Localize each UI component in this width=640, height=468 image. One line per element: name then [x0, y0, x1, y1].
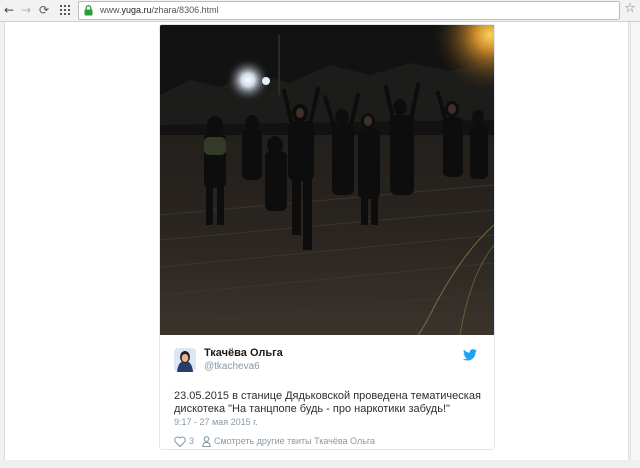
- author-handle[interactable]: @tkacheva6: [204, 361, 260, 372]
- address-bar[interactable]: www.yuga.ru/zhara/8306.html: [78, 1, 620, 20]
- back-arrow-icon[interactable]: ←: [1, 2, 17, 18]
- tweet-text-line: 23.05.2015 в станице Дядьковской проведе…: [174, 390, 481, 402]
- tweet-text-line: дискотека "На танцпопе будь - про наркот…: [174, 403, 450, 415]
- tweet-timestamp[interactable]: 9:17 - 27 мая 2015 г.: [174, 417, 258, 427]
- lock-icon: [84, 5, 93, 16]
- url-text: www.yuga.ru/zhara/8306.html: [100, 4, 219, 17]
- person-icon: [202, 436, 211, 447]
- tweet-text: 23.05.2015 в станице Дядьковской проведе…: [174, 390, 486, 416]
- twitter-bird-icon[interactable]: [463, 349, 477, 361]
- page-bottom-edge: [0, 460, 640, 468]
- tweet-body: Ткачёва Ольга @tkacheva6 23.05.2015 в ст…: [160, 335, 494, 449]
- vertical-scrollbar[interactable]: [630, 22, 640, 468]
- avatar[interactable]: [174, 348, 196, 372]
- star-icon[interactable]: ☆: [622, 1, 638, 17]
- page-viewport: Ткачёва Ольга @tkacheva6 23.05.2015 в ст…: [0, 22, 640, 468]
- forward-arrow-icon[interactable]: →: [18, 2, 34, 18]
- embedded-tweet: Ткачёва Ольга @tkacheva6 23.05.2015 в ст…: [159, 24, 495, 450]
- tweet-photo[interactable]: [160, 25, 494, 335]
- url-prefix: www.: [100, 5, 122, 15]
- like-count: 3: [189, 436, 195, 446]
- more-tweets-link[interactable]: Смотреть другие твиты Ткачёва Ольга: [214, 436, 375, 446]
- url-path: /zhara/8306.html: [151, 5, 219, 15]
- heart-icon[interactable]: [174, 436, 186, 447]
- apps-icon[interactable]: [57, 2, 73, 18]
- article-column: Ткачёва Ольга @tkacheva6 23.05.2015 в ст…: [4, 22, 629, 460]
- url-domain: yuga.ru: [121, 5, 152, 15]
- author-name[interactable]: Ткачёва Ольга: [204, 347, 283, 359]
- reload-icon[interactable]: ⟳: [36, 2, 52, 18]
- browser-toolbar: ← → ⟳ www.yuga.ru/zhara/8306.html ☆: [0, 0, 640, 22]
